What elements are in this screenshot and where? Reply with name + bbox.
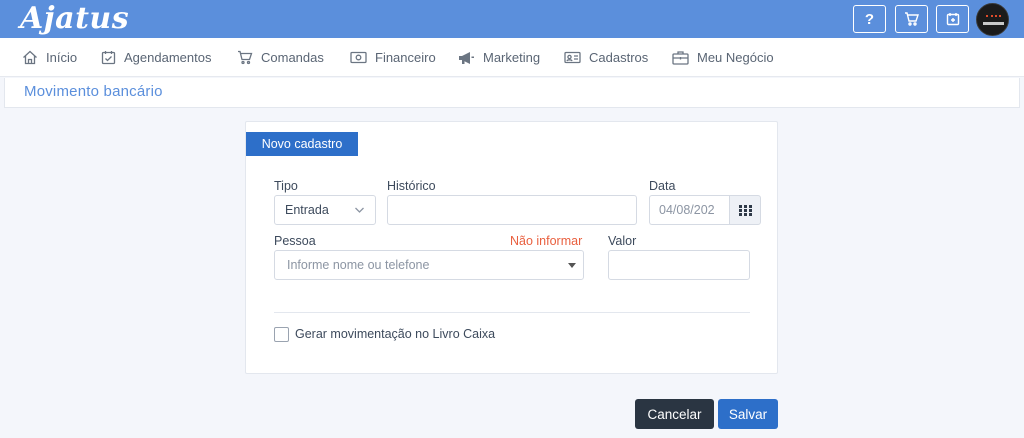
pessoa-label: Pessoa <box>274 234 316 248</box>
top-bar: Ajatus ? <box>0 0 1024 38</box>
nav-item-label: Financeiro <box>375 50 436 65</box>
main-nav: Início Agendamentos Comandas Financeiro … <box>0 38 1024 77</box>
id-card-icon <box>564 51 581 64</box>
cart-icon <box>238 50 253 65</box>
calendar-add-icon <box>946 13 959 26</box>
cancel-button[interactable]: Cancelar <box>635 399 714 429</box>
historico-input[interactable] <box>387 195 637 225</box>
chevron-down-icon <box>355 207 364 213</box>
nav-item-comandas[interactable]: Comandas <box>237 38 324 77</box>
briefcase-icon <box>672 51 689 65</box>
megaphone-icon <box>459 51 474 64</box>
help-button[interactable]: ? <box>853 5 886 33</box>
nav-item-label: Início <box>46 50 78 65</box>
valor-input[interactable] <box>608 250 750 280</box>
nav-item-meu-negocio[interactable]: Meu Negócio <box>672 38 774 77</box>
tipo-label: Tipo <box>274 179 298 193</box>
form-card: Novo cadastro Tipo Entrada Histórico Dat… <box>245 121 778 374</box>
livro-caixa-checkbox[interactable] <box>274 327 289 342</box>
save-button[interactable]: Salvar <box>718 399 778 429</box>
nav-item-inicio[interactable]: Início <box>22 38 77 77</box>
nav-item-agendamentos[interactable]: Agendamentos <box>101 38 211 77</box>
tab-novo-cadastro[interactable]: Novo cadastro <box>246 132 358 156</box>
divider <box>274 312 750 313</box>
data-input[interactable]: 04/08/202 <box>649 195 729 225</box>
data-label: Data <box>649 179 676 193</box>
historico-label: Histórico <box>387 179 436 193</box>
cart-button[interactable] <box>895 5 928 33</box>
nav-item-label: Marketing <box>483 50 541 65</box>
nav-item-financeiro[interactable]: Financeiro <box>350 38 436 77</box>
calendar-grid-icon <box>738 204 752 216</box>
avatar-logo-mark <box>986 15 1001 19</box>
help-icon: ? <box>864 10 875 28</box>
home-icon <box>23 50 37 65</box>
page-title: Movimento bancário <box>24 83 163 100</box>
app-logo[interactable]: Ajatus <box>20 2 129 36</box>
money-icon <box>350 51 367 64</box>
tipo-value: Entrada <box>285 203 329 217</box>
livro-caixa-label[interactable]: Gerar movimentação no Livro Caixa <box>295 327 495 341</box>
avatar-logo-text <box>983 22 1004 25</box>
valor-label: Valor <box>608 234 637 248</box>
avatar[interactable] <box>976 3 1009 36</box>
nav-item-cadastros[interactable]: Cadastros <box>564 38 648 77</box>
calendar-check-icon <box>101 51 116 65</box>
data-value: 04/08/202 <box>659 203 715 217</box>
tipo-select[interactable]: Entrada <box>274 195 376 225</box>
nao-informar-link[interactable]: Não informar <box>510 234 582 248</box>
page-header: Movimento bancário <box>4 78 1020 108</box>
nav-item-label: Meu Negócio <box>697 50 774 65</box>
calendar-add-button[interactable] <box>936 5 969 33</box>
pessoa-select[interactable]: Informe nome ou telefone <box>274 250 584 280</box>
caret-down-icon <box>568 263 576 268</box>
nav-item-label: Cadastros <box>589 50 649 65</box>
nav-item-marketing[interactable]: Marketing <box>458 38 540 77</box>
nav-item-label: Comandas <box>261 50 324 65</box>
nav-item-label: Agendamentos <box>124 50 212 65</box>
date-picker-button[interactable] <box>729 195 761 225</box>
pessoa-placeholder: Informe nome ou telefone <box>287 258 430 272</box>
cart-icon <box>905 12 919 26</box>
